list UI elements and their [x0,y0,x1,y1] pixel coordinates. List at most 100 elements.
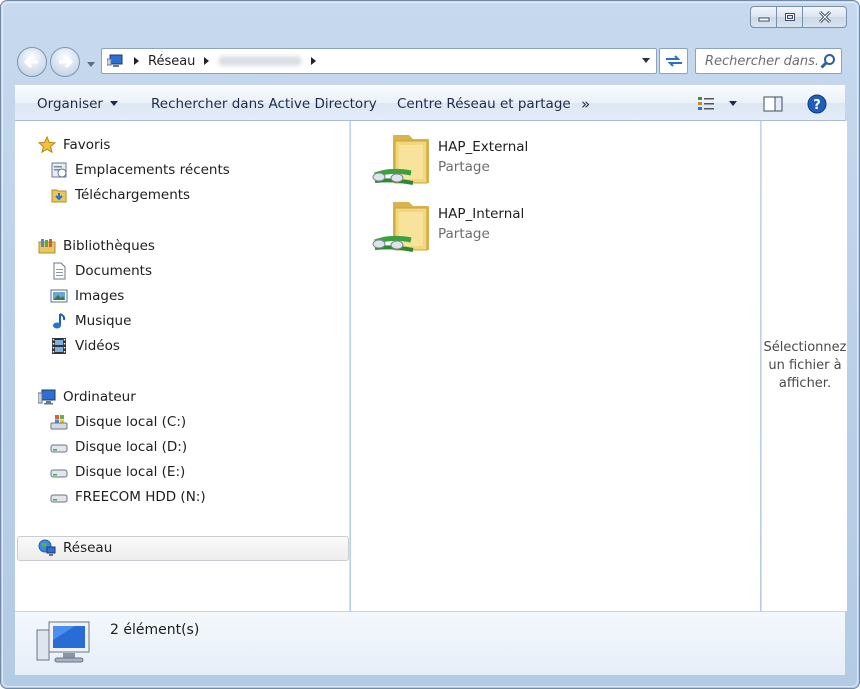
search-icon[interactable] [820,53,836,73]
chevron-down-icon [729,101,737,106]
change-view-button[interactable] [697,86,737,121]
nav-videos[interactable]: Vidéos [49,334,120,358]
nav-recent-places-label: Emplacements récents [75,162,230,178]
minimize-button[interactable] [750,6,776,28]
refresh-icon [665,55,682,67]
nav-drive-d-label: Disque local (D:) [75,439,188,455]
hard-drive-icon [49,487,69,507]
refresh-button[interactable] [659,48,688,74]
nav-downloads[interactable]: Téléchargements [49,183,190,207]
breadcrumb-separator[interactable] [134,57,139,65]
recent-pages-button[interactable] [87,57,95,72]
details-pane: 2 élément(s) [15,611,845,675]
nav-images[interactable]: Images [49,284,124,308]
search-box[interactable] [695,48,842,74]
organize-menu[interactable]: Organiser [37,86,118,121]
view-options-icon [698,96,714,110]
document-icon [49,261,69,281]
forward-button[interactable] [50,47,80,77]
network-computer-icon [36,621,90,663]
file-item[interactable]: HAP_Internal Partage [371,198,611,262]
breadcrumb-separator[interactable] [311,57,317,65]
preview-pane-icon [763,96,783,111]
breadcrumb-separator[interactable] [204,57,210,65]
nav-images-label: Images [75,288,125,304]
address-dropdown-icon[interactable] [642,58,650,63]
nav-drive-n-label: FREECOM HDD (N:) [75,489,206,505]
more-label: » [581,94,591,113]
hard-drive-icon [49,462,69,482]
help-icon: ? [807,94,827,113]
shared-folder-icon [372,202,429,252]
downloads-folder-icon [49,185,69,205]
address-bar[interactable]: Réseau [101,48,657,74]
search-input[interactable] [696,49,818,73]
nav-recent-places[interactable]: Emplacements récents [49,158,230,182]
blurred-host [218,56,303,66]
nav-computer-label: Ordinateur [63,389,136,405]
preview-message: Sélectionnez un fichier à afficher. [763,340,847,391]
recent-places-icon [49,160,69,180]
close-button[interactable] [802,6,847,28]
file-name: HAP_Internal [438,206,525,222]
minimize-icon [758,17,769,22]
caption-buttons [750,6,847,28]
search-active-directory-button[interactable]: Rechercher dans Active Directory [151,86,377,121]
film-icon [49,336,69,356]
preview-pane: Sélectionnez un fichier à afficher. [761,121,847,611]
nav-downloads-label: Téléchargements [75,187,191,203]
star-icon [37,135,57,155]
network-globe-icon [37,538,57,558]
music-note-icon [49,311,69,331]
arrow-right-icon [59,55,73,69]
nav-music-label: Musique [75,313,132,329]
file-item[interactable]: HAP_External Partage [371,131,611,195]
organize-label: Organiser [37,95,103,112]
nav-drive-d[interactable]: Disque local (D:) [49,435,187,459]
navigation-bar: Réseau [15,45,845,79]
system-drive-icon [49,412,69,432]
nav-network[interactable]: Réseau [37,536,112,560]
item-count: 2 élément(s) [110,622,200,638]
nav-libraries[interactable]: Bibliothèques [37,234,155,258]
nav-drive-c-label: Disque local (C:) [75,414,187,430]
navigation-pane: Favoris Emplacements récents Téléchargem… [15,121,350,611]
shared-folder-icon [372,135,429,185]
hard-drive-icon [49,437,69,457]
file-name: HAP_External [438,139,529,155]
chevron-down-icon [87,62,95,67]
help-button[interactable]: ? [807,86,827,121]
nav-network-label: Réseau [63,540,113,556]
nav-libraries-label: Bibliothèques [63,238,155,254]
content-pane: HAP_External Partage HAP_Internal Partag… [351,121,760,611]
nav-favorites-label: Favoris [63,137,111,153]
close-icon [818,11,831,23]
network-small-icon [107,53,125,69]
nav-favorites[interactable]: Favoris [37,133,110,157]
image-icon [49,286,69,306]
nav-computer[interactable]: Ordinateur [37,385,136,409]
breadcrumb-network[interactable]: Réseau [148,49,195,73]
nav-documents[interactable]: Documents [49,259,152,283]
libraries-icon [37,236,57,256]
arrow-left-icon [24,55,38,69]
network-center-button[interactable]: Centre Réseau et partage [397,86,571,121]
breadcrumb-host[interactable] [218,49,303,73]
explorer-window: Réseau Organiser Rechercher dans Active … [0,0,860,689]
nav-drive-n[interactable]: FREECOM HDD (N:) [49,485,206,509]
search-ad-label: Rechercher dans Active Directory [151,95,377,112]
file-type: Partage [438,226,490,242]
preview-pane-button[interactable] [763,86,783,121]
maximize-button[interactable] [776,6,802,28]
file-type: Partage [438,159,490,175]
nav-drive-e-label: Disque local (E:) [75,464,186,480]
nav-drive-c[interactable]: Disque local (C:) [49,410,186,434]
nav-drive-e[interactable]: Disque local (E:) [49,460,185,484]
chevron-down-icon [109,101,118,106]
command-bar: Organiser Rechercher dans Active Directo… [15,85,845,121]
more-commands-button[interactable]: » [581,86,590,121]
maximize-icon [784,13,795,21]
nav-music[interactable]: Musique [49,309,131,333]
back-button[interactable] [17,47,47,77]
computer-icon [37,387,57,407]
